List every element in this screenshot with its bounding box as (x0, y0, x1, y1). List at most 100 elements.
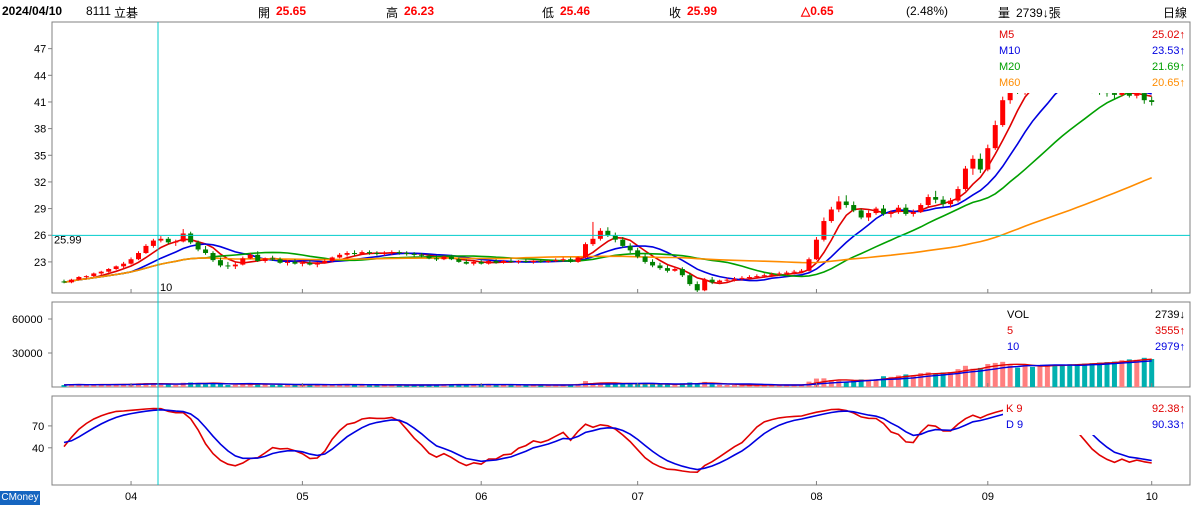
candle-body (203, 249, 209, 254)
candle-body (285, 261, 290, 263)
kd-legend-name: D 9 (1006, 419, 1023, 431)
candle-body (881, 208, 886, 214)
price-y-tick-label: 47 (34, 44, 46, 56)
candle-body (724, 279, 730, 281)
volume-legend-name: 5 (1007, 325, 1013, 337)
month-label-07: 07 (632, 491, 644, 503)
candle-body (374, 253, 380, 255)
volume-legend-value: 2739↓ (1155, 309, 1185, 321)
candle-body (426, 255, 432, 259)
candle-body (575, 257, 581, 262)
candle-body (955, 189, 961, 201)
candle-body (1111, 93, 1117, 95)
candle-body (61, 281, 67, 283)
price-y-tick-label: 41 (34, 97, 46, 109)
volume-bar (724, 385, 730, 387)
month-label-04: 04 (125, 491, 137, 503)
volume-bar (1052, 364, 1058, 387)
candle-body (828, 209, 834, 222)
candle-body (560, 259, 566, 261)
volume-y-tick-label: 30000 (12, 348, 43, 360)
kd-legend-value: 92.38↑ (1152, 403, 1185, 415)
candle-body (292, 261, 298, 264)
candle-body (597, 230, 603, 239)
volume-bar (1007, 365, 1013, 387)
candle-body (650, 261, 656, 266)
volume-bar (1037, 365, 1043, 387)
candle-body (195, 242, 201, 250)
candle-body (173, 241, 179, 243)
candle-body (523, 261, 529, 263)
stock-chart[interactable]: 23 26 29 32 35 38 41 44 47 30000 60000 40 70 04 05 06 07… (0, 0, 1201, 512)
candle-body (605, 230, 611, 236)
candle-body (553, 260, 559, 262)
kd-legend-value: 90.33↑ (1152, 419, 1185, 431)
candle-body (314, 262, 320, 265)
candle-body (702, 279, 708, 291)
candle-body (299, 262, 305, 264)
volume-bar (1126, 359, 1132, 387)
volume-bar (657, 384, 663, 387)
candle-body (799, 270, 805, 272)
candle-body (821, 221, 827, 240)
candle-body (687, 275, 693, 285)
candle-body (396, 252, 402, 254)
candle-body (538, 261, 544, 263)
candle-body (68, 279, 74, 283)
volume-legend-value: 2979↑ (1155, 341, 1185, 353)
candle-body (672, 269, 678, 271)
candle-body (76, 277, 82, 280)
price-legend-value: 20.65↑ (1152, 77, 1185, 89)
candle-body (813, 239, 819, 260)
volume-bar (717, 384, 723, 387)
candle-body (128, 259, 134, 264)
candle-body (337, 254, 343, 258)
candle-body (858, 210, 864, 218)
candle-body (493, 261, 499, 263)
candle-body (106, 269, 112, 272)
volume-bar (1030, 366, 1035, 387)
candle-body (642, 256, 648, 262)
candle-body (121, 263, 127, 267)
volume-bar (627, 383, 633, 387)
candle-body (456, 259, 462, 262)
candle-body (329, 257, 335, 262)
volume-bar (262, 384, 268, 387)
price-legend-value: 23.53↑ (1152, 45, 1185, 57)
volume-bar (203, 384, 209, 387)
price-legend-name: M20 (999, 61, 1020, 73)
candle-body (217, 260, 223, 266)
candle-body (381, 253, 387, 255)
candle-body (933, 197, 939, 200)
month-label-09: 09 (982, 491, 994, 503)
volume-bar (270, 385, 276, 387)
candle-body (344, 253, 350, 255)
volume-bar (1015, 367, 1021, 387)
candle-body (188, 233, 194, 243)
candle-body (836, 201, 842, 210)
candle-body (806, 259, 812, 271)
candle-body (620, 239, 626, 246)
month-label-05: 05 (296, 491, 308, 503)
volume-bar (1082, 363, 1088, 387)
candle-body (515, 261, 521, 263)
candle-body (471, 261, 477, 264)
crosshair-date-label: 10 (160, 282, 172, 294)
candle-body (739, 277, 745, 279)
candle-body (1000, 100, 1006, 126)
candle-body (679, 269, 685, 276)
volume-bar (1022, 364, 1028, 387)
candle-body (776, 273, 782, 275)
volume-bar (881, 376, 886, 387)
candle-body (98, 271, 104, 274)
volume-bar (1111, 361, 1117, 387)
volume-bar (1097, 362, 1103, 387)
candle-body (270, 258, 276, 260)
crosshair-price-label: 25.99 (54, 234, 82, 246)
candle-body (225, 265, 231, 267)
price-legend-name: M10 (999, 45, 1020, 57)
month-label-08: 08 (810, 491, 822, 503)
candle-body (583, 244, 588, 258)
candle-body (910, 212, 916, 214)
candle-body (434, 258, 439, 260)
